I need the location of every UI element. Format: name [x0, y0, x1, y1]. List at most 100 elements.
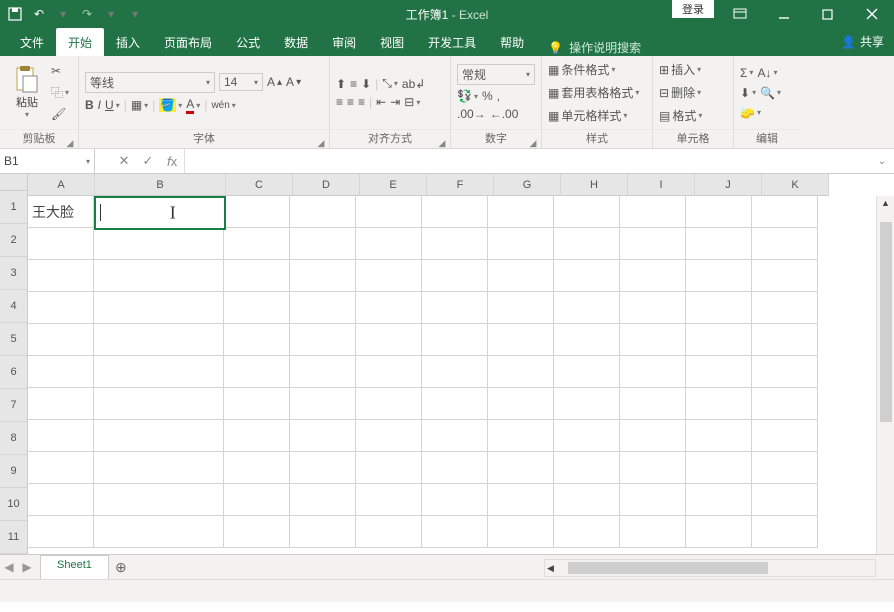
column-header[interactable]: H: [561, 174, 628, 196]
cell[interactable]: [422, 292, 488, 324]
cell[interactable]: [686, 356, 752, 388]
column-header[interactable]: D: [293, 174, 360, 196]
align-middle-button[interactable]: ≡: [350, 77, 357, 91]
cell[interactable]: [94, 292, 224, 324]
cell[interactable]: [422, 452, 488, 484]
cell[interactable]: [752, 356, 818, 388]
sheet-nav-prev[interactable]: ◀: [0, 560, 18, 574]
cell[interactable]: [752, 452, 818, 484]
indent-increase-button[interactable]: ⇥: [390, 95, 400, 109]
cell[interactable]: [752, 260, 818, 292]
cell[interactable]: [422, 484, 488, 516]
row-header[interactable]: 8: [0, 422, 28, 455]
cell[interactable]: [488, 196, 554, 228]
cell[interactable]: [94, 388, 224, 420]
cell[interactable]: [28, 388, 94, 420]
vertical-scrollbar[interactable]: ▲: [876, 196, 894, 554]
cell[interactable]: [422, 388, 488, 420]
maximize-button[interactable]: [806, 0, 850, 28]
cell[interactable]: [554, 292, 620, 324]
tell-me[interactable]: 💡 操作说明搜索: [536, 39, 653, 56]
cell[interactable]: [488, 484, 554, 516]
cell[interactable]: [94, 420, 224, 452]
cell[interactable]: [752, 388, 818, 420]
cell[interactable]: [686, 484, 752, 516]
cell[interactable]: [554, 324, 620, 356]
cell[interactable]: [224, 292, 290, 324]
align-center-button[interactable]: ≡: [347, 95, 354, 109]
paste-button[interactable]: 粘贴 ▾: [9, 64, 45, 121]
cell[interactable]: [488, 452, 554, 484]
cell[interactable]: [422, 324, 488, 356]
cell[interactable]: [356, 516, 422, 548]
tab-data[interactable]: 数据: [272, 28, 320, 56]
cell[interactable]: [224, 484, 290, 516]
sheet-nav-next[interactable]: ▶: [18, 560, 36, 574]
cell[interactable]: [356, 196, 422, 228]
cell[interactable]: [224, 420, 290, 452]
cell[interactable]: [28, 260, 94, 292]
cell[interactable]: [620, 516, 686, 548]
merge-button[interactable]: ⊟▾: [404, 95, 420, 109]
cell[interactable]: [620, 484, 686, 516]
cell[interactable]: [356, 292, 422, 324]
cell[interactable]: [94, 228, 224, 260]
accounting-button[interactable]: 💱▾: [457, 89, 478, 103]
cell[interactable]: [554, 196, 620, 228]
expand-formula-bar[interactable]: ⌄: [870, 149, 894, 173]
cell[interactable]: [422, 516, 488, 548]
cell[interactable]: [686, 324, 752, 356]
clear-button[interactable]: 🧽▾: [740, 106, 761, 120]
bold-button[interactable]: B: [85, 98, 94, 112]
cell[interactable]: [620, 228, 686, 260]
login-button[interactable]: 登录: [672, 0, 714, 18]
comma-button[interactable]: ,: [497, 89, 500, 103]
column-header[interactable]: K: [762, 174, 829, 196]
cell[interactable]: [488, 516, 554, 548]
cell[interactable]: [488, 420, 554, 452]
copy-dropdown[interactable]: ▾: [65, 88, 69, 97]
row-header[interactable]: 9: [0, 455, 28, 488]
qat-customize[interactable]: ▾: [126, 5, 144, 23]
cell[interactable]: [620, 260, 686, 292]
vscroll-thumb[interactable]: [880, 222, 892, 422]
cell[interactable]: [94, 516, 224, 548]
tab-home[interactable]: 开始: [56, 28, 104, 56]
tab-help[interactable]: 帮助: [488, 28, 536, 56]
cell[interactable]: [224, 388, 290, 420]
cell[interactable]: [752, 324, 818, 356]
cell[interactable]: [554, 452, 620, 484]
fill-color-button[interactable]: 🪣▾: [159, 98, 182, 112]
cell[interactable]: [488, 388, 554, 420]
cell[interactable]: [28, 516, 94, 548]
format-cells-button[interactable]: ▤ 格式 ▾: [659, 107, 727, 124]
cell[interactable]: [686, 516, 752, 548]
cell[interactable]: [752, 196, 818, 228]
indent-decrease-button[interactable]: ⇤: [376, 95, 386, 109]
conditional-formatting-button[interactable]: ▦ 条件格式 ▾: [548, 61, 646, 78]
cell[interactable]: [356, 452, 422, 484]
cell[interactable]: [488, 228, 554, 260]
redo-icon[interactable]: ↷: [78, 5, 96, 23]
row-header[interactable]: 3: [0, 257, 28, 290]
cell[interactable]: [28, 484, 94, 516]
border-button[interactable]: ▦▾: [131, 98, 148, 112]
cut-button[interactable]: ✂: [51, 64, 69, 78]
tab-formulas[interactable]: 公式: [224, 28, 272, 56]
cell[interactable]: [488, 356, 554, 388]
cell[interactable]: [422, 260, 488, 292]
clipboard-launcher[interactable]: ◢: [65, 134, 75, 144]
autosum-button[interactable]: Σ▾: [740, 66, 753, 80]
cell[interactable]: [94, 324, 224, 356]
confirm-edit-button[interactable]: ✓: [136, 149, 160, 173]
cell[interactable]: [488, 260, 554, 292]
italic-button[interactable]: I: [98, 98, 101, 112]
font-color-button[interactable]: A▾: [186, 97, 200, 114]
cell[interactable]: [422, 228, 488, 260]
phonetic-button[interactable]: wén▾: [211, 100, 235, 111]
tab-dev[interactable]: 开发工具: [416, 28, 488, 56]
cell[interactable]: [620, 388, 686, 420]
cell[interactable]: [554, 388, 620, 420]
cell[interactable]: [224, 196, 290, 228]
decrease-decimal-button[interactable]: ←.00: [490, 107, 519, 121]
